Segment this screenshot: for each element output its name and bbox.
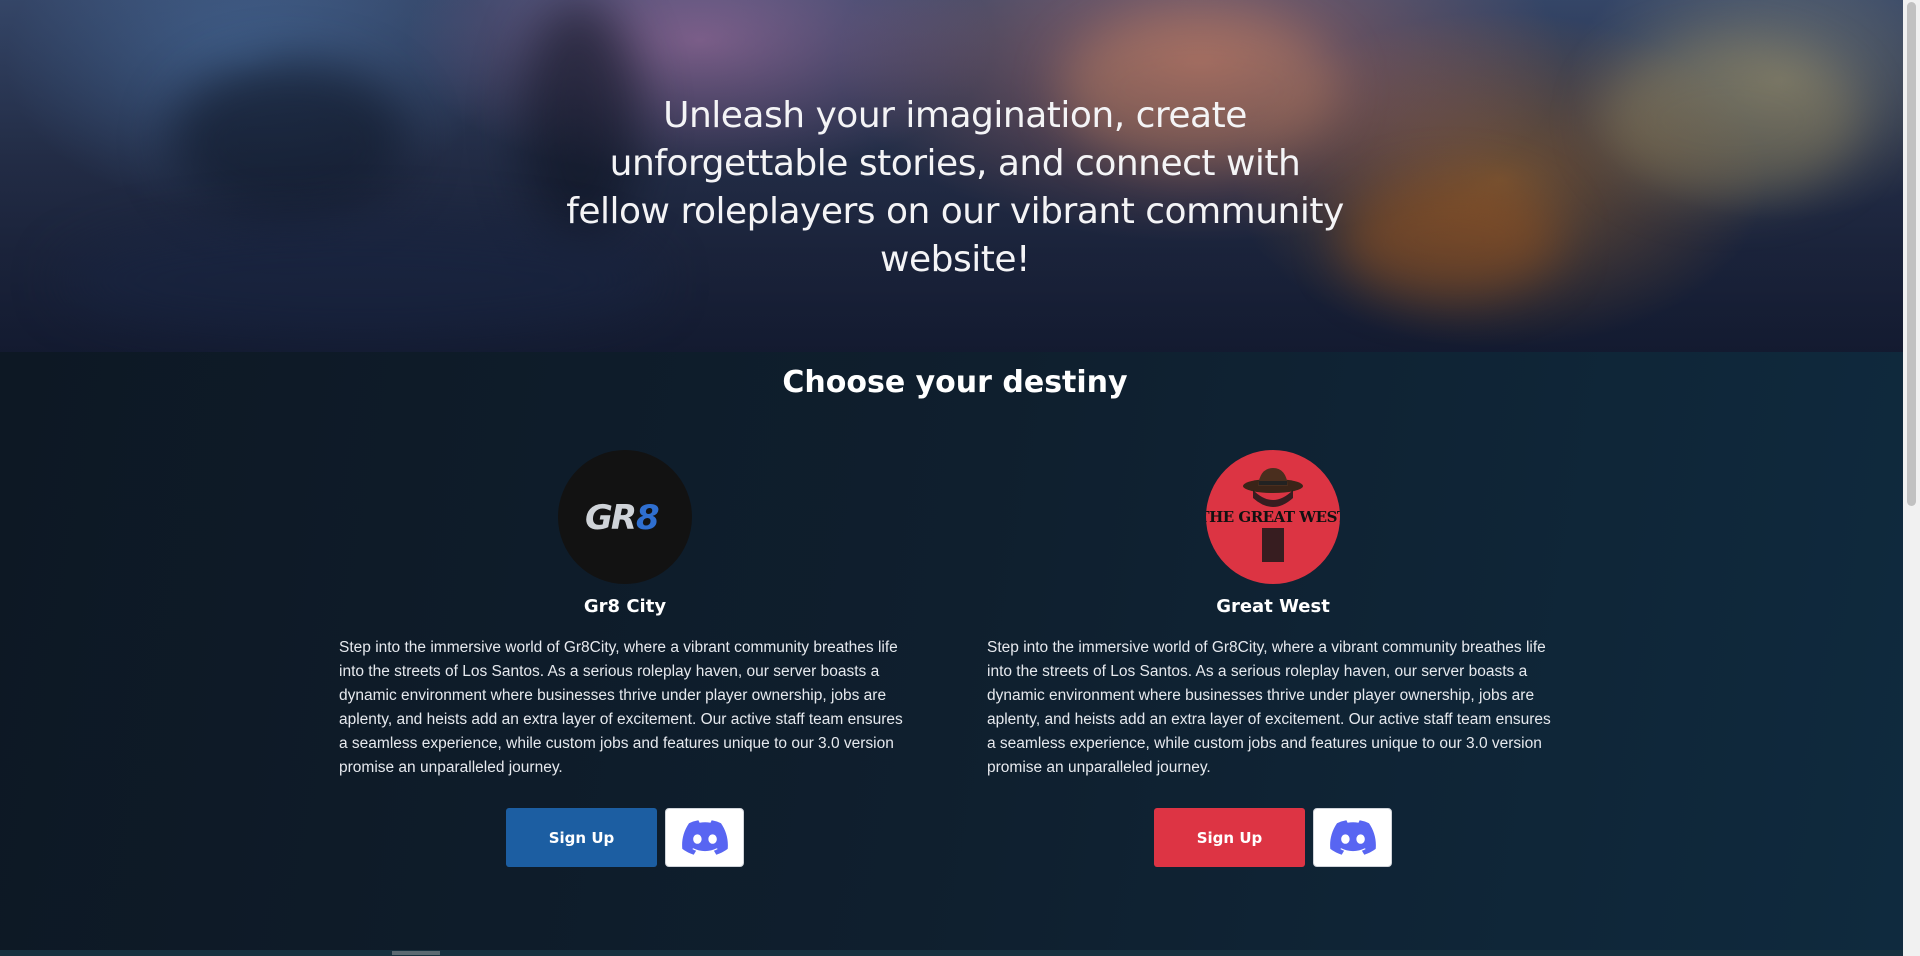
hero-banner: Unleash your imagination, create unforge…	[0, 0, 1903, 352]
signup-button[interactable]: Sign Up	[506, 808, 657, 867]
discord-icon	[1329, 819, 1376, 855]
server-actions: Sign Up	[987, 808, 1559, 867]
horizontal-scroll-thumb[interactable]	[392, 951, 440, 955]
svg-text:GR: GR	[585, 498, 635, 538]
main-section	[0, 352, 1903, 956]
svg-text:8: 8	[636, 498, 660, 538]
great-west-logo: THE GREAT WEST	[1206, 450, 1340, 584]
cowboy-hat-icon: THE GREAT WEST	[1206, 468, 1340, 562]
discord-button[interactable]	[665, 808, 744, 867]
hero-tagline: Unleash your imagination, create unforge…	[566, 95, 1344, 280]
signup-button[interactable]: Sign Up	[1154, 808, 1305, 867]
server-actions: Sign Up	[339, 808, 911, 867]
server-description: Step into the immersive world of Gr8City…	[987, 639, 1551, 776]
gr8-logo: GR 8	[558, 450, 692, 584]
discord-button[interactable]	[1313, 808, 1392, 867]
server-card-great-west: THE GREAT WEST Great West Step into the …	[987, 450, 1559, 867]
vertical-scrollbar[interactable]	[1903, 0, 1920, 956]
discord-icon	[681, 819, 728, 855]
server-name: Great West	[1216, 596, 1330, 617]
section-title: Choose your destiny	[782, 365, 1128, 400]
gr8-logo-icon: GR 8	[585, 498, 660, 538]
server-card-gr8-city: GR 8 Gr8 City Step into the immersive wo…	[339, 450, 911, 867]
horizontal-scrollbar[interactable]	[0, 950, 1903, 956]
scroll-thumb[interactable]	[1907, 2, 1916, 506]
server-name: Gr8 City	[583, 596, 667, 617]
svg-text:THE GREAT WEST: THE GREAT WEST	[1206, 508, 1340, 526]
server-description: Step into the immersive world of Gr8City…	[339, 639, 903, 776]
